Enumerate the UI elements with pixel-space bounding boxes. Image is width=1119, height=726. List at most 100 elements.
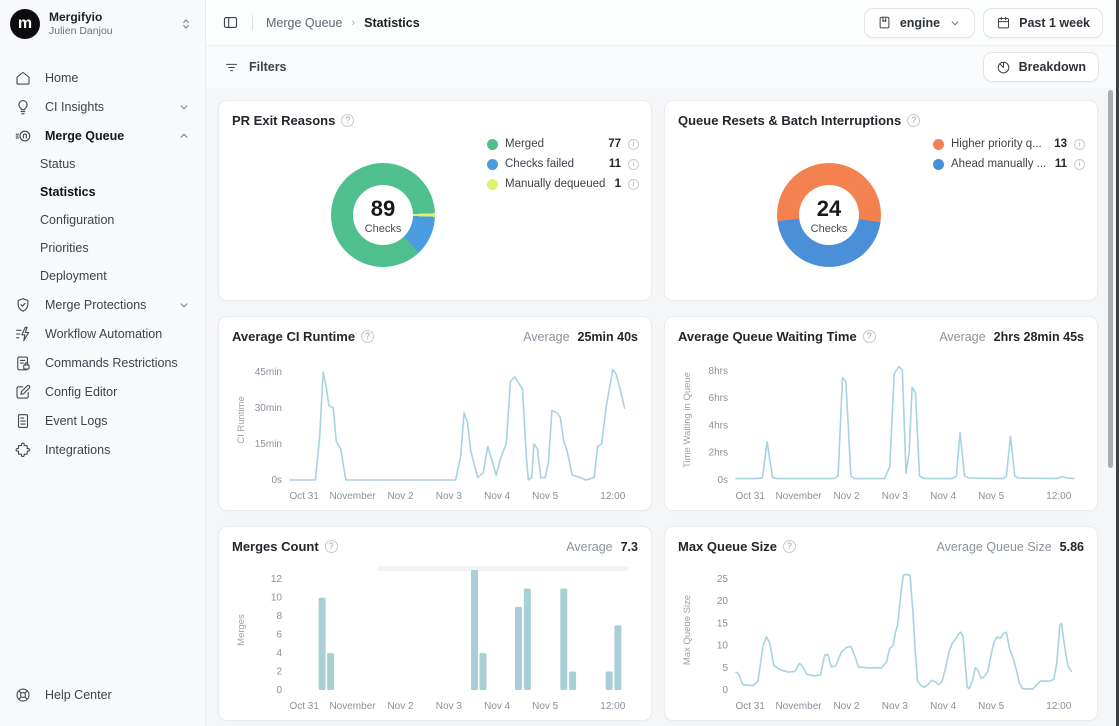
- chevron-up-icon: [177, 129, 191, 143]
- average-label: Average: [523, 330, 569, 344]
- svg-text:10: 10: [717, 641, 729, 652]
- card-title: Merges Count: [232, 539, 319, 554]
- legend-item[interactable]: Manually dequeued1i: [487, 178, 639, 190]
- date-range-button[interactable]: Past 1 week: [983, 8, 1103, 38]
- svg-text:Nov 5: Nov 5: [532, 491, 559, 502]
- sidebar-item-label: Configuration: [40, 213, 114, 227]
- svg-text:Nov 5: Nov 5: [532, 701, 559, 712]
- legend-label: Ahead manually ...: [951, 158, 1048, 170]
- sidebar-item-label: Commands Restrictions: [45, 356, 178, 370]
- help-icon[interactable]: ?: [907, 114, 920, 127]
- help-icon[interactable]: ?: [783, 540, 796, 553]
- svg-text:Nov 4: Nov 4: [930, 701, 957, 712]
- svg-text:Nov 4: Nov 4: [930, 491, 957, 502]
- chart-legend: Merged77i Checks failed11i Manually dequeu…: [487, 138, 639, 190]
- breakdown-label: Breakdown: [1019, 60, 1086, 74]
- svg-text:0: 0: [722, 685, 728, 696]
- svg-text:12: 12: [271, 574, 283, 585]
- help-icon[interactable]: ?: [341, 114, 354, 127]
- svg-text:25: 25: [717, 574, 729, 585]
- svg-text:0s: 0s: [271, 475, 282, 486]
- info-icon[interactable]: i: [628, 139, 639, 150]
- average-value: 5.86: [1060, 540, 1084, 554]
- legend-item[interactable]: Ahead manually ... 11 i: [933, 158, 1085, 170]
- card-title: Average Queue Waiting Time: [678, 329, 857, 344]
- legend-item[interactable]: Checks failed11i: [487, 158, 639, 170]
- legend-dot: [933, 159, 944, 170]
- line-chart: 0s2hrs4hrs6hrs8hrsOct 31NovemberNov 2Nov…: [678, 350, 1086, 511]
- help-icon[interactable]: ?: [325, 540, 338, 553]
- info-icon[interactable]: i: [1074, 139, 1085, 150]
- svg-text:2hrs: 2hrs: [709, 448, 728, 459]
- sidebar-item-label: Statistics: [40, 185, 96, 199]
- repo-icon: [877, 15, 892, 30]
- breadcrumb-merge-queue[interactable]: Merge Queue: [266, 16, 342, 30]
- sidebar-toggle-icon[interactable]: [222, 14, 239, 31]
- card-title: PR Exit Reasons: [232, 113, 335, 128]
- donut-total-label: Checks: [365, 223, 402, 235]
- card-queue-resets: Queue Resets & Batch Interruptions ? 24 …: [664, 100, 1098, 301]
- sidebar-item-integrations[interactable]: Integrations: [0, 435, 205, 464]
- sidebar-item-config-editor[interactable]: Config Editor: [0, 377, 205, 406]
- sidebar-item-help-center[interactable]: Help Center: [0, 676, 205, 726]
- sidebar-subitem-deployment[interactable]: Deployment: [0, 262, 205, 290]
- donut-chart: 89 Checks: [331, 163, 435, 267]
- donut-chart: 24 Checks: [777, 163, 881, 267]
- filters-button[interactable]: Filters: [224, 60, 287, 75]
- sidebar-item-home[interactable]: Home: [0, 63, 205, 92]
- donut-total: 24: [817, 196, 841, 222]
- clipboard-lock-icon: [14, 354, 32, 372]
- svg-text:November: November: [775, 491, 822, 502]
- svg-text:Max Queue Size: Max Queue Size: [682, 595, 693, 665]
- sidebar-item-label: Workflow Automation: [45, 327, 162, 341]
- divider: [252, 15, 253, 30]
- legend-value: 13: [1054, 138, 1067, 150]
- legend-label: Merged: [505, 138, 601, 150]
- svg-text:Nov 3: Nov 3: [436, 701, 463, 712]
- edit-icon: [14, 383, 32, 401]
- sidebar-item-workflow-automation[interactable]: Workflow Automation: [0, 319, 205, 348]
- help-icon[interactable]: ?: [863, 330, 876, 343]
- legend-item[interactable]: Merged77i: [487, 138, 639, 150]
- legend-label: Checks failed: [505, 158, 602, 170]
- bar-chart: 024681012Oct 31NovemberNov 2Nov 3Nov 4No…: [232, 560, 640, 721]
- scrollbar-thumb[interactable]: [1108, 90, 1113, 468]
- average-label: Average: [939, 330, 985, 344]
- svg-text:4: 4: [276, 648, 282, 659]
- svg-text:12:00: 12:00: [600, 491, 625, 502]
- sidebar-subitem-priorities[interactable]: Priorities: [0, 234, 205, 262]
- info-icon[interactable]: i: [1074, 159, 1085, 170]
- svg-text:Nov 2: Nov 2: [833, 701, 860, 712]
- sidebar-item-commands-restrictions[interactable]: Commands Restrictions: [0, 348, 205, 377]
- card-title: Average CI Runtime: [232, 329, 355, 344]
- help-icon[interactable]: ?: [361, 330, 374, 343]
- legend-item[interactable]: Higher priority q...13i: [933, 138, 1085, 150]
- sidebar-item-merge-protections[interactable]: Merge Protections: [0, 290, 205, 319]
- card-average-ci-runtime: Average CI Runtime ? Average 25min 40s 0…: [218, 316, 652, 511]
- legend-dot: [933, 139, 944, 150]
- sidebar-subitem-configuration[interactable]: Configuration: [0, 206, 205, 234]
- breakdown-button[interactable]: Breakdown: [983, 52, 1099, 82]
- info-icon[interactable]: i: [628, 179, 639, 190]
- svg-text:Nov 4: Nov 4: [484, 491, 511, 502]
- legend-value: 11: [1055, 158, 1067, 170]
- svg-text:5: 5: [722, 663, 728, 674]
- svg-text:Time Waiting in Queue: Time Waiting in Queue: [682, 372, 693, 468]
- org-switcher[interactable]: m Mergifyio Julien Danjou: [0, 0, 205, 47]
- svg-text:Nov 4: Nov 4: [484, 701, 511, 712]
- svg-text:Nov 3: Nov 3: [882, 701, 909, 712]
- repo-selector[interactable]: engine: [864, 8, 975, 38]
- svg-text:Nov 2: Nov 2: [833, 491, 860, 502]
- svg-text:6hrs: 6hrs: [709, 393, 728, 404]
- filter-icon: [224, 60, 239, 75]
- sidebar-item-event-logs[interactable]: Event Logs: [0, 406, 205, 435]
- sidebar-item-label: Config Editor: [45, 385, 117, 399]
- sidebar-subitem-status[interactable]: Status: [0, 150, 205, 178]
- sidebar-item-ci-insights[interactable]: CI Insights: [0, 92, 205, 121]
- svg-text:2: 2: [276, 667, 282, 678]
- sidebar-subitem-statistics[interactable]: Statistics: [0, 178, 205, 206]
- sidebar-item-label: Merge Queue: [45, 129, 124, 143]
- org-name: Mergifyio: [49, 10, 113, 25]
- info-icon[interactable]: i: [628, 159, 639, 170]
- sidebar-item-merge-queue[interactable]: Merge Queue: [0, 121, 205, 150]
